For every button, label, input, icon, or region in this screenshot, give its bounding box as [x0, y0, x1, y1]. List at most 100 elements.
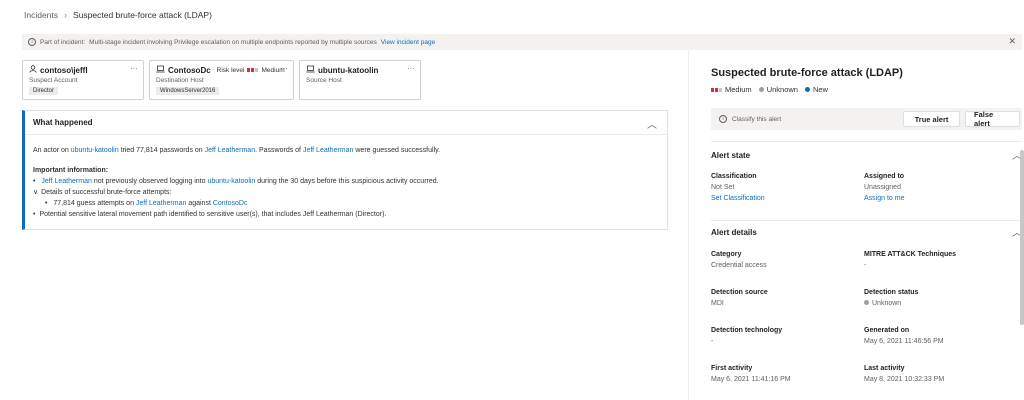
breadcrumb: Incidents › Suspected brute-force attack… [24, 10, 212, 20]
what-happened-section: What happened ︿ An actor on ubuntu-katoo… [22, 110, 668, 230]
determination-value: Unknown [766, 85, 798, 94]
set-classification-link[interactable]: Set Classification [711, 195, 765, 202]
field-value: May 6, 2021 11:41:16 PM [711, 376, 791, 383]
field-label: MITRE ATT&CK Techniques [864, 251, 957, 258]
field-label: Detection source [711, 289, 768, 296]
determination: Unknown [758, 85, 798, 94]
account-role: Suspect Account [29, 77, 78, 84]
close-icon[interactable]: ✕ [1008, 36, 1016, 47]
field-value: Not Set [711, 184, 735, 191]
incident-banner: i Part of incident: Multi-stage incident… [22, 34, 1022, 50]
dest-tag: WindowsServer2016 [156, 87, 220, 95]
field-value: May 8, 2021 10:32:33 PM [864, 376, 945, 383]
risk-level: Risk level Medium [217, 67, 285, 74]
host-link[interactable]: ubuntu-katoolin [207, 178, 255, 185]
status-value: New [812, 85, 828, 94]
destination-host-card[interactable]: ContosoDc Risk level Medium Destination … [149, 60, 294, 100]
list-item-expandable[interactable]: ∨ Details of successful brute-force attem… [33, 187, 659, 198]
alert-title: Suspected brute-force attack (LDAP) [711, 67, 903, 79]
field-label: Detection technology [711, 327, 783, 334]
true-alert-button[interactable]: True alert [903, 111, 960, 127]
field-value: May 6, 2021 11:46:56 PM [864, 338, 944, 345]
text-fragment: An actor on [33, 147, 71, 154]
mitre-field: MITRE ATT&CK Techniques - [864, 251, 956, 269]
text-fragment: Details of successful brute-force attemp… [41, 189, 172, 196]
assign-to-me-link[interactable]: Assign to me [864, 195, 904, 202]
host-link[interactable]: ubuntu-katoolin [71, 147, 119, 154]
breadcrumb-incidents-link[interactable]: Incidents [24, 10, 58, 20]
source-host-card[interactable]: ubuntu-katoolin Source Host ··· [299, 60, 421, 100]
panel-divider [688, 50, 689, 400]
banner-text: Multi-stage incident involving Privilege… [89, 38, 377, 46]
text-fragment: 77,814 guess attempts on [53, 200, 136, 207]
alert-status-row: Medium Unknown New [711, 85, 828, 94]
assigned-field: Assigned to Unassigned Assign to me [864, 173, 904, 202]
alert-status: New [804, 85, 828, 94]
status-dot-icon [864, 300, 869, 305]
chevron-down-icon[interactable]: ∨ [33, 189, 38, 196]
info-icon: i [719, 115, 727, 123]
field-label: Detection status [864, 289, 919, 296]
more-options-icon[interactable]: ··· [280, 64, 288, 73]
field-value: MDI [711, 300, 724, 307]
text-fragment: during the 30 days before this suspiciou… [255, 178, 439, 185]
entity-cards: contoso\jeffl Suspect Account Director ·… [22, 60, 421, 100]
classify-text: Classify this alert [732, 115, 782, 123]
chevron-right-icon: › [64, 10, 68, 20]
field-label: Last activity [864, 365, 905, 372]
user-icon [29, 65, 37, 75]
more-options-icon[interactable]: ··· [130, 64, 138, 73]
alert-detail-panel: Suspected brute-force attack (LDAP) Medi… [698, 55, 1024, 400]
account-card[interactable]: contoso\jeffl Suspect Account Director ·… [22, 60, 144, 100]
field-label: Assigned to [864, 173, 905, 180]
more-options-icon[interactable]: ··· [407, 64, 415, 73]
false-alert-button[interactable]: False alert [965, 110, 1020, 128]
text-fragment: were guessed successfully. [353, 147, 441, 154]
host-link[interactable]: ContosoDc [213, 200, 248, 207]
breadcrumb-current: Suspected brute-force attack (LDAP) [73, 10, 212, 20]
classification-field: Classification Not Set Set Classificatio… [711, 173, 765, 202]
account-tag: Director [29, 87, 59, 95]
field-value: Unassigned [864, 184, 901, 191]
text-fragment: not previously observed logging into [91, 178, 208, 185]
last-activity-field: Last activity May 8, 2021 10:32:33 PM [864, 365, 944, 383]
status-dot-icon [758, 87, 764, 92]
severity-bars-icon [711, 87, 722, 92]
account-name: contoso\jeffl [40, 65, 88, 75]
field-label: Classification [711, 173, 757, 180]
field-value-with-dot: Unknown [864, 300, 918, 307]
category-field: Category Credential access [711, 251, 767, 269]
list-item: 77,814 guess attempts on Jeff Leatherman… [33, 198, 659, 209]
dest-name: ContosoDc [168, 65, 211, 75]
what-happened-title: What happened [25, 111, 667, 135]
dest-role: Destination Host [156, 77, 204, 84]
first-activity-field: First activity May 6, 2021 11:41:16 PM [711, 365, 791, 383]
severity: Medium [711, 85, 752, 94]
field-value: - [864, 262, 867, 269]
source-name: ubuntu-katoolin [318, 65, 379, 75]
field-label: Category [711, 251, 742, 258]
source-role: Source Host [306, 77, 342, 84]
list-item: Potential sensitive lateral movement pat… [33, 209, 659, 220]
text-fragment: . Passwords of [255, 147, 303, 154]
status-dot-icon [804, 87, 810, 92]
view-incident-link[interactable]: View incident page [381, 39, 435, 46]
alert-details-heading[interactable]: Alert details [711, 228, 757, 237]
user-link[interactable]: Jeff Leatherman [41, 178, 91, 185]
alert-state-heading[interactable]: Alert state [711, 151, 750, 160]
detection-status-field: Detection status Unknown [864, 289, 918, 307]
important-info-list: Jeff Leatherman not previously observed … [33, 176, 659, 220]
severity-bars-icon [247, 68, 259, 72]
user-link[interactable]: Jeff Leatherman [205, 147, 255, 154]
field-label: Generated on [864, 327, 910, 334]
summary-sentence: An actor on ubuntu-katoolin tried 77,814… [33, 145, 659, 156]
info-icon: i [28, 38, 36, 46]
chevron-up-icon[interactable]: ︿ [647, 116, 657, 131]
user-link[interactable]: Jeff Leatherman [303, 147, 353, 154]
user-link[interactable]: Jeff Leatherman [136, 200, 186, 207]
field-label: First activity [711, 365, 753, 372]
field-value: - [711, 338, 714, 345]
classify-bar: i Classify this alert True alert False a… [711, 108, 1022, 130]
risk-label: Risk level [216, 66, 245, 74]
scrollbar[interactable] [1020, 150, 1024, 325]
